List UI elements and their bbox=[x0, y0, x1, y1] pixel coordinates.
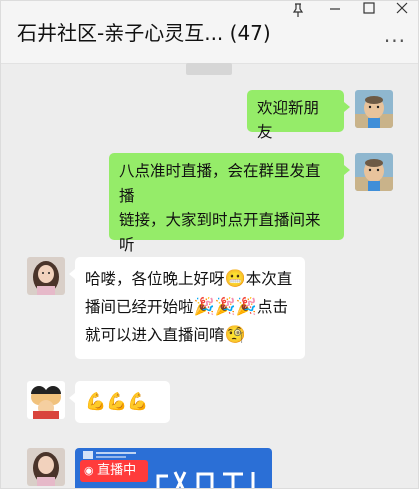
flexed-biceps-icon: 💪 bbox=[127, 392, 149, 412]
live-stream-card[interactable]: ◉ 直播中 bbox=[75, 448, 272, 488]
my-message-bubble[interactable]: 八点准时直播，会在群里发直播 链接，大家到时点开直播间来听 哦 bbox=[109, 153, 350, 278]
member-message-bubble[interactable]: 💪💪💪 bbox=[69, 381, 170, 423]
my-avatar[interactable] bbox=[355, 153, 393, 191]
message-text: 点击 bbox=[257, 298, 289, 316]
grinning-face-icon: 😬 bbox=[224, 269, 246, 289]
message-text: 就可以进入直播间唷 bbox=[85, 326, 225, 344]
pin-icon[interactable] bbox=[292, 3, 304, 20]
flexed-biceps-icon: 💪 bbox=[85, 392, 107, 412]
party-popper-icon: 🎉 bbox=[193, 297, 215, 317]
message-line: 链接，大家到时点开直播间来听 bbox=[119, 211, 321, 254]
message-line: 哈喽，各位晚上好呀😬本次直 bbox=[85, 265, 295, 293]
minimize-icon[interactable] bbox=[329, 3, 341, 18]
location-icon: ◉ bbox=[84, 464, 98, 477]
message-text: 欢迎新朋友 bbox=[257, 99, 320, 141]
message-line: 就可以进入直播间唷🧐 bbox=[85, 321, 295, 349]
live-badge-label: 直播中 bbox=[97, 463, 137, 478]
live-status-badge: ◉ 直播中 bbox=[80, 460, 148, 482]
member-avatar[interactable] bbox=[27, 448, 65, 486]
maximize-icon[interactable] bbox=[363, 2, 375, 17]
close-icon[interactable] bbox=[396, 2, 408, 17]
message-line: 八点准时直播，会在群里发直播 bbox=[119, 162, 321, 205]
my-avatar[interactable] bbox=[355, 90, 393, 128]
chat-title: 石井社区-亲子心灵互... (47) bbox=[17, 21, 271, 45]
flexed-biceps-icon: 💪 bbox=[106, 392, 128, 412]
message-text: 播间已经开始啦 bbox=[85, 298, 194, 316]
member-avatar[interactable] bbox=[27, 381, 65, 419]
member-message-bubble[interactable]: 哈喽，各位晚上好呀😬本次直 播间已经开始啦🎉🎉🎉点击 就可以进入直播间唷🧐 bbox=[69, 257, 305, 359]
party-popper-icon: 🎉 bbox=[235, 297, 258, 317]
party-popper-icon: 🎉 bbox=[214, 297, 236, 317]
thinking-face-icon: 🧐 bbox=[224, 325, 246, 345]
message-text: 本次直 bbox=[245, 270, 293, 288]
chat-window: 石井社区-亲子心灵互... (47) ··· 欢迎新朋友 八点准时直播，会在群里… bbox=[0, 0, 419, 489]
message-line: 播间已经开始啦🎉🎉🎉点击 bbox=[85, 293, 295, 321]
message-divider bbox=[186, 63, 232, 75]
message-text: 哈喽，各位晚上好呀 bbox=[85, 270, 225, 288]
my-message-bubble[interactable]: 欢迎新朋友 bbox=[247, 90, 350, 141]
live-cover-text-icon bbox=[156, 471, 255, 488]
title-bar: 石井社区-亲子心灵互... (47) ··· bbox=[1, 1, 418, 64]
member-avatar[interactable] bbox=[27, 257, 65, 295]
more-icon[interactable]: ··· bbox=[384, 29, 406, 53]
live-logo-icon bbox=[83, 451, 136, 459]
